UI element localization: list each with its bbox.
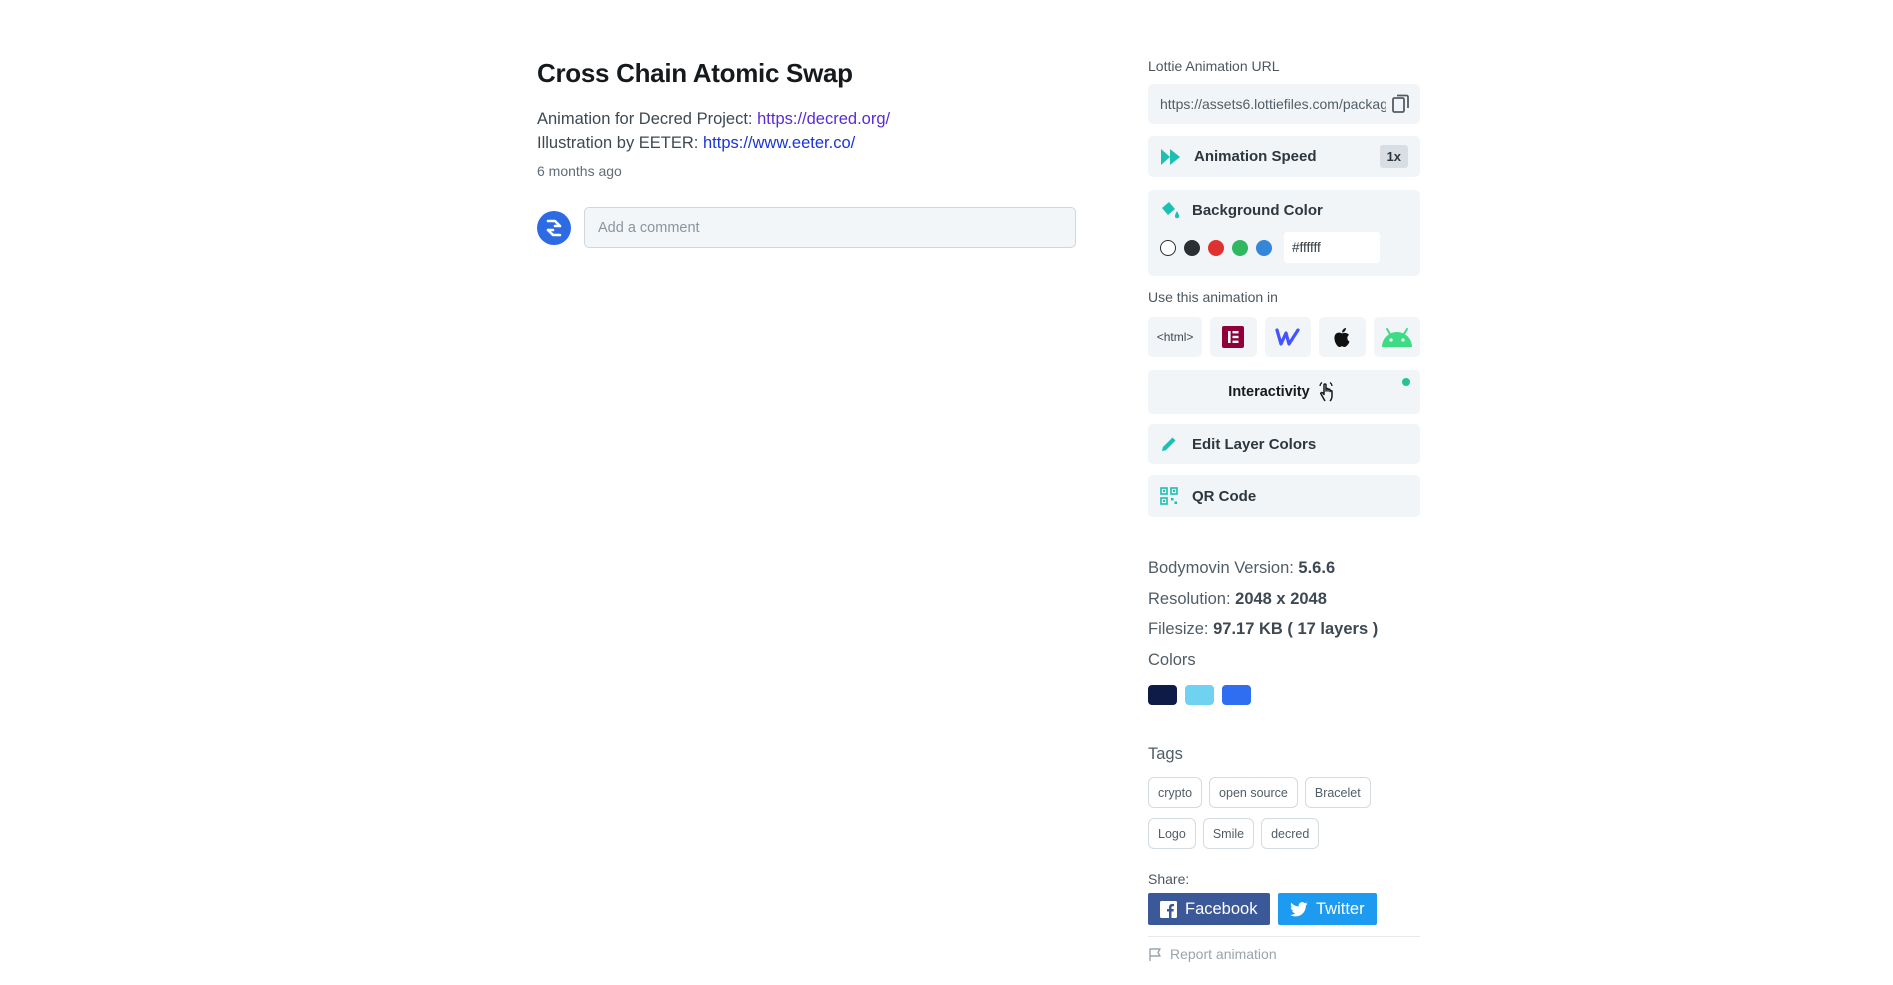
avatar[interactable]	[537, 210, 571, 245]
bodymovin-version: Bodymovin Version: 5.6.6	[1148, 553, 1420, 584]
color-swatch-light-blue[interactable]	[1185, 685, 1214, 705]
share-buttons: Facebook Twitter	[1148, 893, 1420, 925]
webflow-icon	[1275, 328, 1300, 346]
swatch-red[interactable]	[1208, 239, 1224, 256]
filesize-label: Filesize:	[1148, 620, 1214, 638]
tag-item[interactable]: decred	[1261, 818, 1320, 849]
edit-layer-colors-label: Edit Layer Colors	[1192, 435, 1317, 453]
bodymovin-value: 5.6.6	[1298, 559, 1336, 577]
facebook-icon	[1160, 900, 1177, 918]
tag-item[interactable]: open source	[1209, 777, 1298, 808]
resolution: Resolution: 2048 x 2048	[1148, 584, 1420, 615]
description-line-1: Animation for Decred Project: https://de…	[537, 107, 1077, 131]
comment-input[interactable]	[584, 207, 1076, 248]
animation-details: Cross Chain Atomic Swap Animation for De…	[537, 58, 1077, 248]
qr-code-label: QR Code	[1192, 487, 1257, 505]
description: Animation for Decred Project: https://de…	[537, 107, 1077, 155]
filesize-value: 97.17 KB ( 17 layers )	[1213, 620, 1379, 638]
ios-option[interactable]	[1319, 317, 1366, 357]
tags-list: crypto open source Bracelet Logo Smile d…	[1148, 777, 1420, 849]
page-title: Cross Chain Atomic Swap	[537, 58, 853, 88]
description-prefix-2: Illustration by EETER:	[537, 134, 703, 152]
elementor-option[interactable]	[1210, 317, 1257, 357]
tag-item[interactable]: Smile	[1202, 818, 1255, 849]
twitter-label: Twitter	[1316, 899, 1365, 918]
url-field[interactable]: https://assets6.lottiefiles.com/packages…	[1148, 84, 1420, 124]
qr-code-icon	[1160, 487, 1178, 505]
elementor-icon	[1222, 326, 1245, 348]
html-option[interactable]: <html>	[1148, 317, 1203, 357]
share-label: Share:	[1148, 871, 1190, 887]
divider	[1148, 936, 1420, 937]
twitter-icon	[1290, 901, 1308, 916]
report-animation-link[interactable]: Report animation	[1148, 946, 1420, 962]
comment-row	[537, 207, 1077, 248]
pencil-icon	[1162, 437, 1176, 451]
paint-bucket-icon	[1162, 202, 1179, 219]
qr-code-button[interactable]: QR Code	[1148, 475, 1420, 517]
facebook-share-button[interactable]: Facebook	[1148, 893, 1270, 925]
animation-speed-control[interactable]: Animation Speed 1x	[1148, 136, 1420, 177]
animation-colors	[1148, 685, 1420, 705]
use-animation-label: Use this animation in	[1148, 289, 1278, 305]
colors-label: Colors	[1148, 650, 1196, 669]
filesize: Filesize: 97.17 KB ( 17 layers )	[1148, 614, 1420, 645]
sidebar: Lottie Animation URL https://assets6.lot…	[1148, 58, 1420, 962]
swatch-blue[interactable]	[1256, 239, 1272, 256]
interactivity-label: Interactivity	[1228, 384, 1310, 400]
background-swatches	[1160, 232, 1408, 263]
tags-title: Tags	[1148, 745, 1183, 763]
background-color-header: Background Color	[1160, 200, 1408, 220]
background-color-panel: Background Color	[1148, 190, 1420, 276]
facebook-label: Facebook	[1185, 899, 1258, 918]
use-animation-options: <html>	[1148, 317, 1420, 357]
resolution-value: 2048 x 2048	[1235, 589, 1327, 608]
resolution-label: Resolution:	[1148, 589, 1236, 608]
apple-icon	[1334, 327, 1350, 347]
swatch-green[interactable]	[1232, 239, 1248, 256]
description-prefix-1: Animation for Decred Project:	[537, 110, 758, 128]
webflow-option[interactable]	[1264, 317, 1312, 357]
copy-icon[interactable]	[1392, 94, 1410, 114]
background-color-label: Background Color	[1192, 201, 1323, 219]
new-indicator-dot	[1402, 378, 1410, 386]
decred-link[interactable]: https://decred.org/	[757, 110, 890, 128]
android-option[interactable]	[1373, 317, 1420, 357]
eeter-link[interactable]: https://www.eeter.co/	[703, 134, 855, 152]
tag-item[interactable]: Bracelet	[1304, 777, 1371, 808]
fast-forward-icon	[1161, 148, 1180, 165]
report-label: Report animation	[1170, 946, 1277, 962]
animation-meta: Bodymovin Version: 5.6.6 Resolution: 204…	[1148, 553, 1420, 675]
android-icon	[1381, 328, 1412, 347]
flag-icon	[1149, 947, 1161, 961]
decred-logo-icon	[546, 219, 562, 236]
interactivity-button[interactable]: Interactivity	[1148, 370, 1420, 414]
color-swatch-navy[interactable]	[1148, 685, 1177, 705]
tag-item[interactable]: Logo	[1148, 818, 1196, 849]
bodymovin-label: Bodymovin Version:	[1148, 559, 1299, 577]
hex-color-input[interactable]	[1284, 232, 1380, 263]
url-value[interactable]: https://assets6.lottiefiles.com/packages…	[1160, 96, 1386, 112]
swatch-black[interactable]	[1184, 239, 1200, 256]
swatch-white[interactable]	[1160, 239, 1176, 256]
url-label: Lottie Animation URL	[1148, 58, 1280, 74]
pointer-hand-icon	[1319, 381, 1333, 402]
twitter-share-button[interactable]: Twitter	[1278, 893, 1377, 925]
timestamp: 6 months ago	[537, 163, 622, 179]
speed-label: Animation Speed	[1194, 148, 1317, 165]
color-swatch-blue[interactable]	[1222, 685, 1251, 705]
description-line-2: Illustration by EETER: https://www.eeter…	[537, 131, 1077, 155]
tag-item[interactable]: crypto	[1148, 777, 1203, 808]
speed-value-badge[interactable]: 1x	[1379, 145, 1408, 168]
edit-layer-colors-button[interactable]: Edit Layer Colors	[1148, 424, 1420, 464]
